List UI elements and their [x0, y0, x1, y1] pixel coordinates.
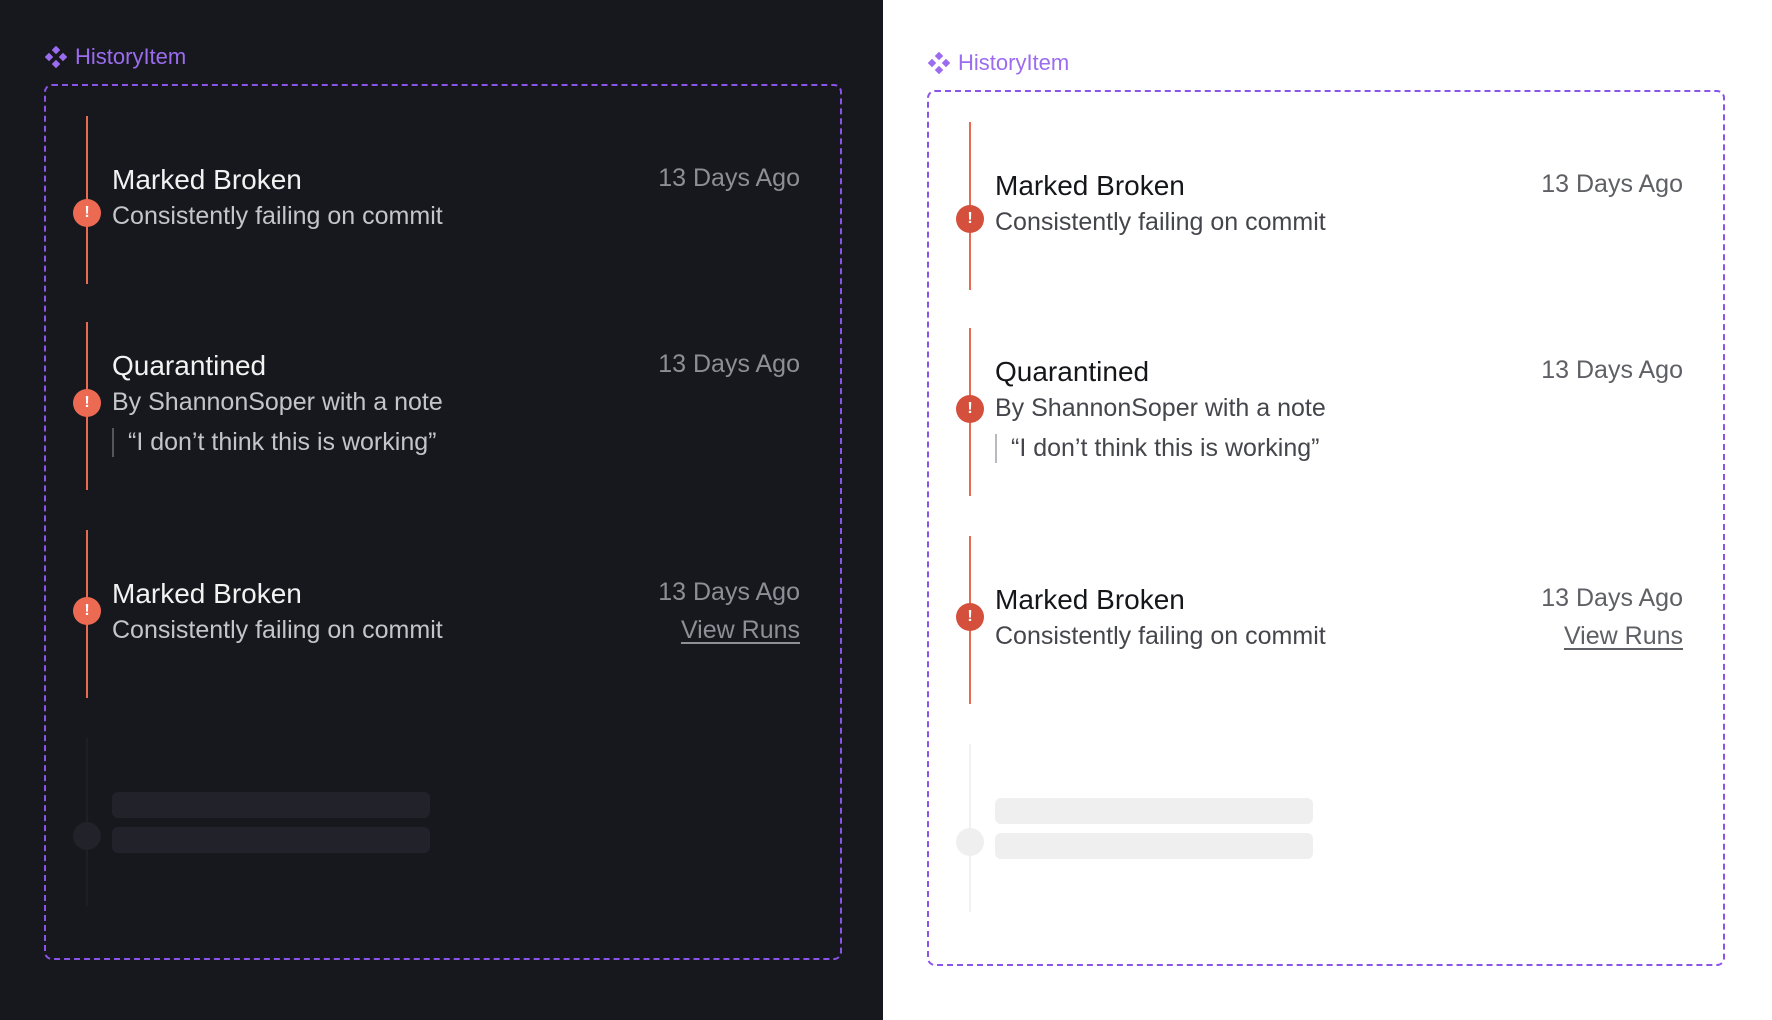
view-runs-link[interactable]: View Runs	[1564, 622, 1683, 651]
alert-exclamation-icon: !	[956, 205, 984, 233]
history-item-title: Marked Broken	[112, 164, 302, 195]
alert-exclamation-icon: !	[73, 597, 101, 625]
history-item-skeleton	[46, 738, 840, 908]
history-item-title: Quarantined	[995, 356, 1150, 387]
alert-exclamation-icon: !	[73, 199, 101, 227]
history-item-time: 13 Days Ago	[658, 578, 800, 606]
alert-exclamation-icon: !	[956, 603, 984, 631]
history-item-subtitle: By ShannonSoper with a note	[995, 394, 1326, 422]
skeleton-bar	[995, 833, 1313, 859]
history-item-subtitle: By ShannonSoper with a note	[112, 388, 443, 416]
skeleton-dot	[956, 828, 984, 856]
history-item: ! Marked Broken Consistently failing on …	[929, 122, 1723, 292]
light-theme-panel: HistoryItem ! Marked Broken Consistently…	[883, 0, 1772, 1020]
history-item: ! Quarantined By ShannonSoper with a not…	[46, 322, 840, 492]
alert-exclamation-icon: !	[956, 395, 984, 423]
history-item-note: “I don’t think this is working”	[995, 434, 1319, 463]
component-label-text: HistoryItem	[958, 50, 1070, 75]
view-runs-link[interactable]: View Runs	[681, 616, 800, 645]
component-diamond-icon	[45, 46, 67, 68]
component-label-text: HistoryItem	[75, 44, 187, 69]
history-item-time: 13 Days Ago	[658, 350, 800, 378]
history-item-frame: ! Marked Broken Consistently failing on …	[44, 84, 842, 960]
dark-theme-panel: HistoryItem ! Marked Broken Consistently…	[0, 0, 883, 1020]
history-item-title: Marked Broken	[112, 578, 302, 609]
history-item-time: 13 Days Ago	[1541, 356, 1683, 384]
history-item: ! Marked Broken Consistently failing on …	[46, 530, 840, 700]
history-item-time: 13 Days Ago	[1541, 584, 1683, 612]
history-item-subtitle: Consistently failing on commit	[995, 208, 1326, 236]
history-item-time: 13 Days Ago	[658, 164, 800, 192]
history-item-skeleton	[929, 744, 1723, 914]
history-item-time: 13 Days Ago	[1541, 170, 1683, 198]
history-item-frame: ! Marked Broken Consistently failing on …	[927, 90, 1725, 966]
skeleton-bar	[995, 798, 1313, 824]
history-item: ! Marked Broken Consistently failing on …	[46, 116, 840, 286]
skeleton-dot	[73, 822, 101, 850]
history-item-subtitle: Consistently failing on commit	[112, 202, 443, 230]
alert-exclamation-icon: !	[73, 389, 101, 417]
component-label: HistoryItem	[45, 44, 186, 70]
history-item-subtitle: Consistently failing on commit	[995, 622, 1326, 650]
skeleton-bar	[112, 827, 430, 853]
component-diamond-icon	[928, 52, 950, 74]
component-label: HistoryItem	[928, 50, 1069, 76]
history-item-title: Marked Broken	[995, 584, 1185, 615]
history-item-note: “I don’t think this is working”	[112, 428, 436, 457]
history-item-title: Quarantined	[112, 350, 267, 381]
history-item: ! Quarantined By ShannonSoper with a not…	[929, 328, 1723, 498]
history-item: ! Marked Broken Consistently failing on …	[929, 536, 1723, 706]
history-item-subtitle: Consistently failing on commit	[112, 616, 443, 644]
history-item-title: Marked Broken	[995, 170, 1185, 201]
skeleton-bar	[112, 792, 430, 818]
